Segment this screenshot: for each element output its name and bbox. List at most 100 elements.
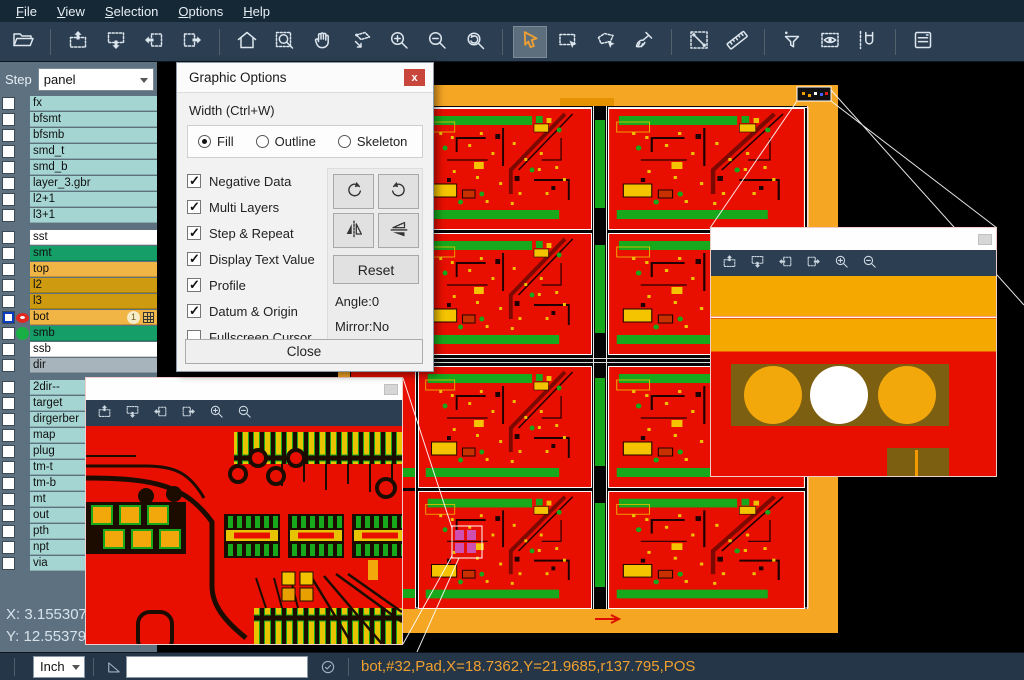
option-datum-origin[interactable]: Datum & Origin (187, 298, 327, 324)
option-display-text-value[interactable]: Display Text Value (187, 246, 327, 272)
layer-checkbox[interactable] (2, 557, 15, 570)
step-select[interactable]: panel (38, 68, 154, 91)
pan-left-button[interactable] (773, 252, 797, 274)
snap-button[interactable] (851, 26, 885, 58)
select-arrow-button[interactable] (513, 26, 547, 58)
layer-chip[interactable]: bfsmt (30, 112, 157, 127)
layer-chip[interactable]: bot1 (30, 310, 157, 325)
layer-checkbox[interactable] (2, 477, 15, 490)
layer-checkbox[interactable] (2, 541, 15, 554)
layer-checkbox[interactable] (2, 493, 15, 506)
layer-chip[interactable]: sst (30, 230, 157, 245)
layer-checkbox[interactable] (2, 209, 15, 222)
mirror-x-button[interactable] (333, 213, 374, 248)
pan-right-button[interactable] (801, 252, 825, 274)
menu-file[interactable]: File (6, 2, 47, 21)
layer-checkbox[interactable] (2, 525, 15, 538)
layer-checkbox[interactable] (2, 327, 15, 340)
layer-checkbox[interactable] (2, 97, 15, 110)
apply-icon[interactable] (316, 655, 340, 679)
menu-help[interactable]: Help (233, 2, 280, 21)
layer-checkbox[interactable] (2, 247, 15, 260)
pan-left-button[interactable] (137, 26, 171, 58)
pan-down-button[interactable] (99, 26, 133, 58)
layer-checkbox[interactable] (2, 161, 15, 174)
radio-outline[interactable]: Outline (256, 134, 316, 149)
layer-checkbox[interactable] (2, 311, 15, 324)
layer-checkbox[interactable] (2, 461, 15, 474)
layer-checkbox[interactable] (2, 445, 15, 458)
layer-checkbox[interactable] (2, 397, 15, 410)
folder-open-button[interactable] (6, 26, 40, 58)
layer-chip[interactable]: smd_t (30, 144, 157, 159)
zoom-previous-button[interactable] (458, 26, 492, 58)
pan-down-button[interactable] (120, 402, 144, 424)
clean-button[interactable] (627, 26, 661, 58)
layer-chip[interactable]: smd_b (30, 160, 157, 175)
pan-up-button[interactable] (92, 402, 116, 424)
view-eye-button[interactable] (813, 26, 847, 58)
unit-select[interactable]: Inch (33, 656, 85, 678)
select-rect-button[interactable] (551, 26, 585, 58)
layer-checkbox[interactable] (2, 381, 15, 394)
form-button[interactable] (906, 26, 940, 58)
menu-view[interactable]: View (47, 2, 95, 21)
layer-chip[interactable]: smb (30, 326, 157, 341)
rotate-ccw-button[interactable] (378, 174, 419, 209)
layer-chip[interactable]: l3 (30, 294, 157, 309)
layer-chip[interactable]: bfsmb (30, 128, 157, 143)
layer-checkbox[interactable] (2, 279, 15, 292)
layer-checkbox[interactable] (2, 429, 15, 442)
layer-checkbox[interactable] (2, 343, 15, 356)
zoom-object-button[interactable] (344, 26, 378, 58)
reset-button[interactable]: Reset (333, 255, 419, 284)
layer-chip[interactable]: l2+1 (30, 192, 157, 207)
ruler-button[interactable] (720, 26, 754, 58)
option-profile[interactable]: Profile (187, 272, 327, 298)
radio-skeleton[interactable]: Skeleton (338, 134, 408, 149)
layer-chip[interactable]: top (30, 262, 157, 277)
layer-checkbox[interactable] (2, 113, 15, 126)
layer-chip[interactable]: dir (30, 358, 157, 373)
window-button[interactable] (978, 234, 992, 245)
layer-chip[interactable]: l3+1 (30, 208, 157, 223)
pan-right-button[interactable] (176, 402, 200, 424)
layer-chip[interactable]: l2 (30, 278, 157, 293)
layer-checkbox[interactable] (2, 359, 15, 372)
window-titlebar[interactable] (86, 378, 402, 400)
layer-checkbox[interactable] (2, 295, 15, 308)
command-input[interactable] (126, 656, 308, 678)
layer-chip[interactable]: fx (30, 96, 157, 111)
select-poly-button[interactable] (589, 26, 623, 58)
option-negative-data[interactable]: Negative Data (187, 168, 327, 194)
corner-icon[interactable] (102, 655, 126, 679)
window-button[interactable] (384, 384, 398, 395)
layer-chip[interactable]: smt (30, 246, 157, 261)
layer-checkbox[interactable] (2, 193, 15, 206)
option-step-repeat[interactable]: Step & Repeat (187, 220, 327, 246)
zoom-in-button[interactable] (204, 402, 228, 424)
zoom-in-button[interactable] (829, 252, 853, 274)
pan-up-button[interactable] (61, 26, 95, 58)
zoom-out-button[interactable] (232, 402, 256, 424)
mirror-y-button[interactable] (378, 213, 419, 248)
layer-checkbox[interactable] (2, 145, 15, 158)
pan-down-button[interactable] (745, 252, 769, 274)
zoom-out-button[interactable] (857, 252, 881, 274)
zoom-out-button[interactable] (420, 26, 454, 58)
window-titlebar[interactable] (711, 228, 996, 250)
grid-icon[interactable] (143, 312, 154, 323)
layer-chip[interactable]: ssb (30, 342, 157, 357)
radio-fill[interactable]: Fill (198, 134, 234, 149)
close-button[interactable]: Close (185, 339, 423, 364)
pan-right-button[interactable] (175, 26, 209, 58)
close-icon[interactable]: x (404, 69, 425, 86)
menu-options[interactable]: Options (168, 2, 233, 21)
pan-up-button[interactable] (717, 252, 741, 274)
layer-checkbox[interactable] (2, 413, 15, 426)
zoom-window-button[interactable] (268, 26, 302, 58)
measure-line-button[interactable] (682, 26, 716, 58)
layer-checkbox[interactable] (2, 177, 15, 190)
dialog-titlebar[interactable]: Graphic Options x (177, 63, 433, 93)
filter-button[interactable] (775, 26, 809, 58)
